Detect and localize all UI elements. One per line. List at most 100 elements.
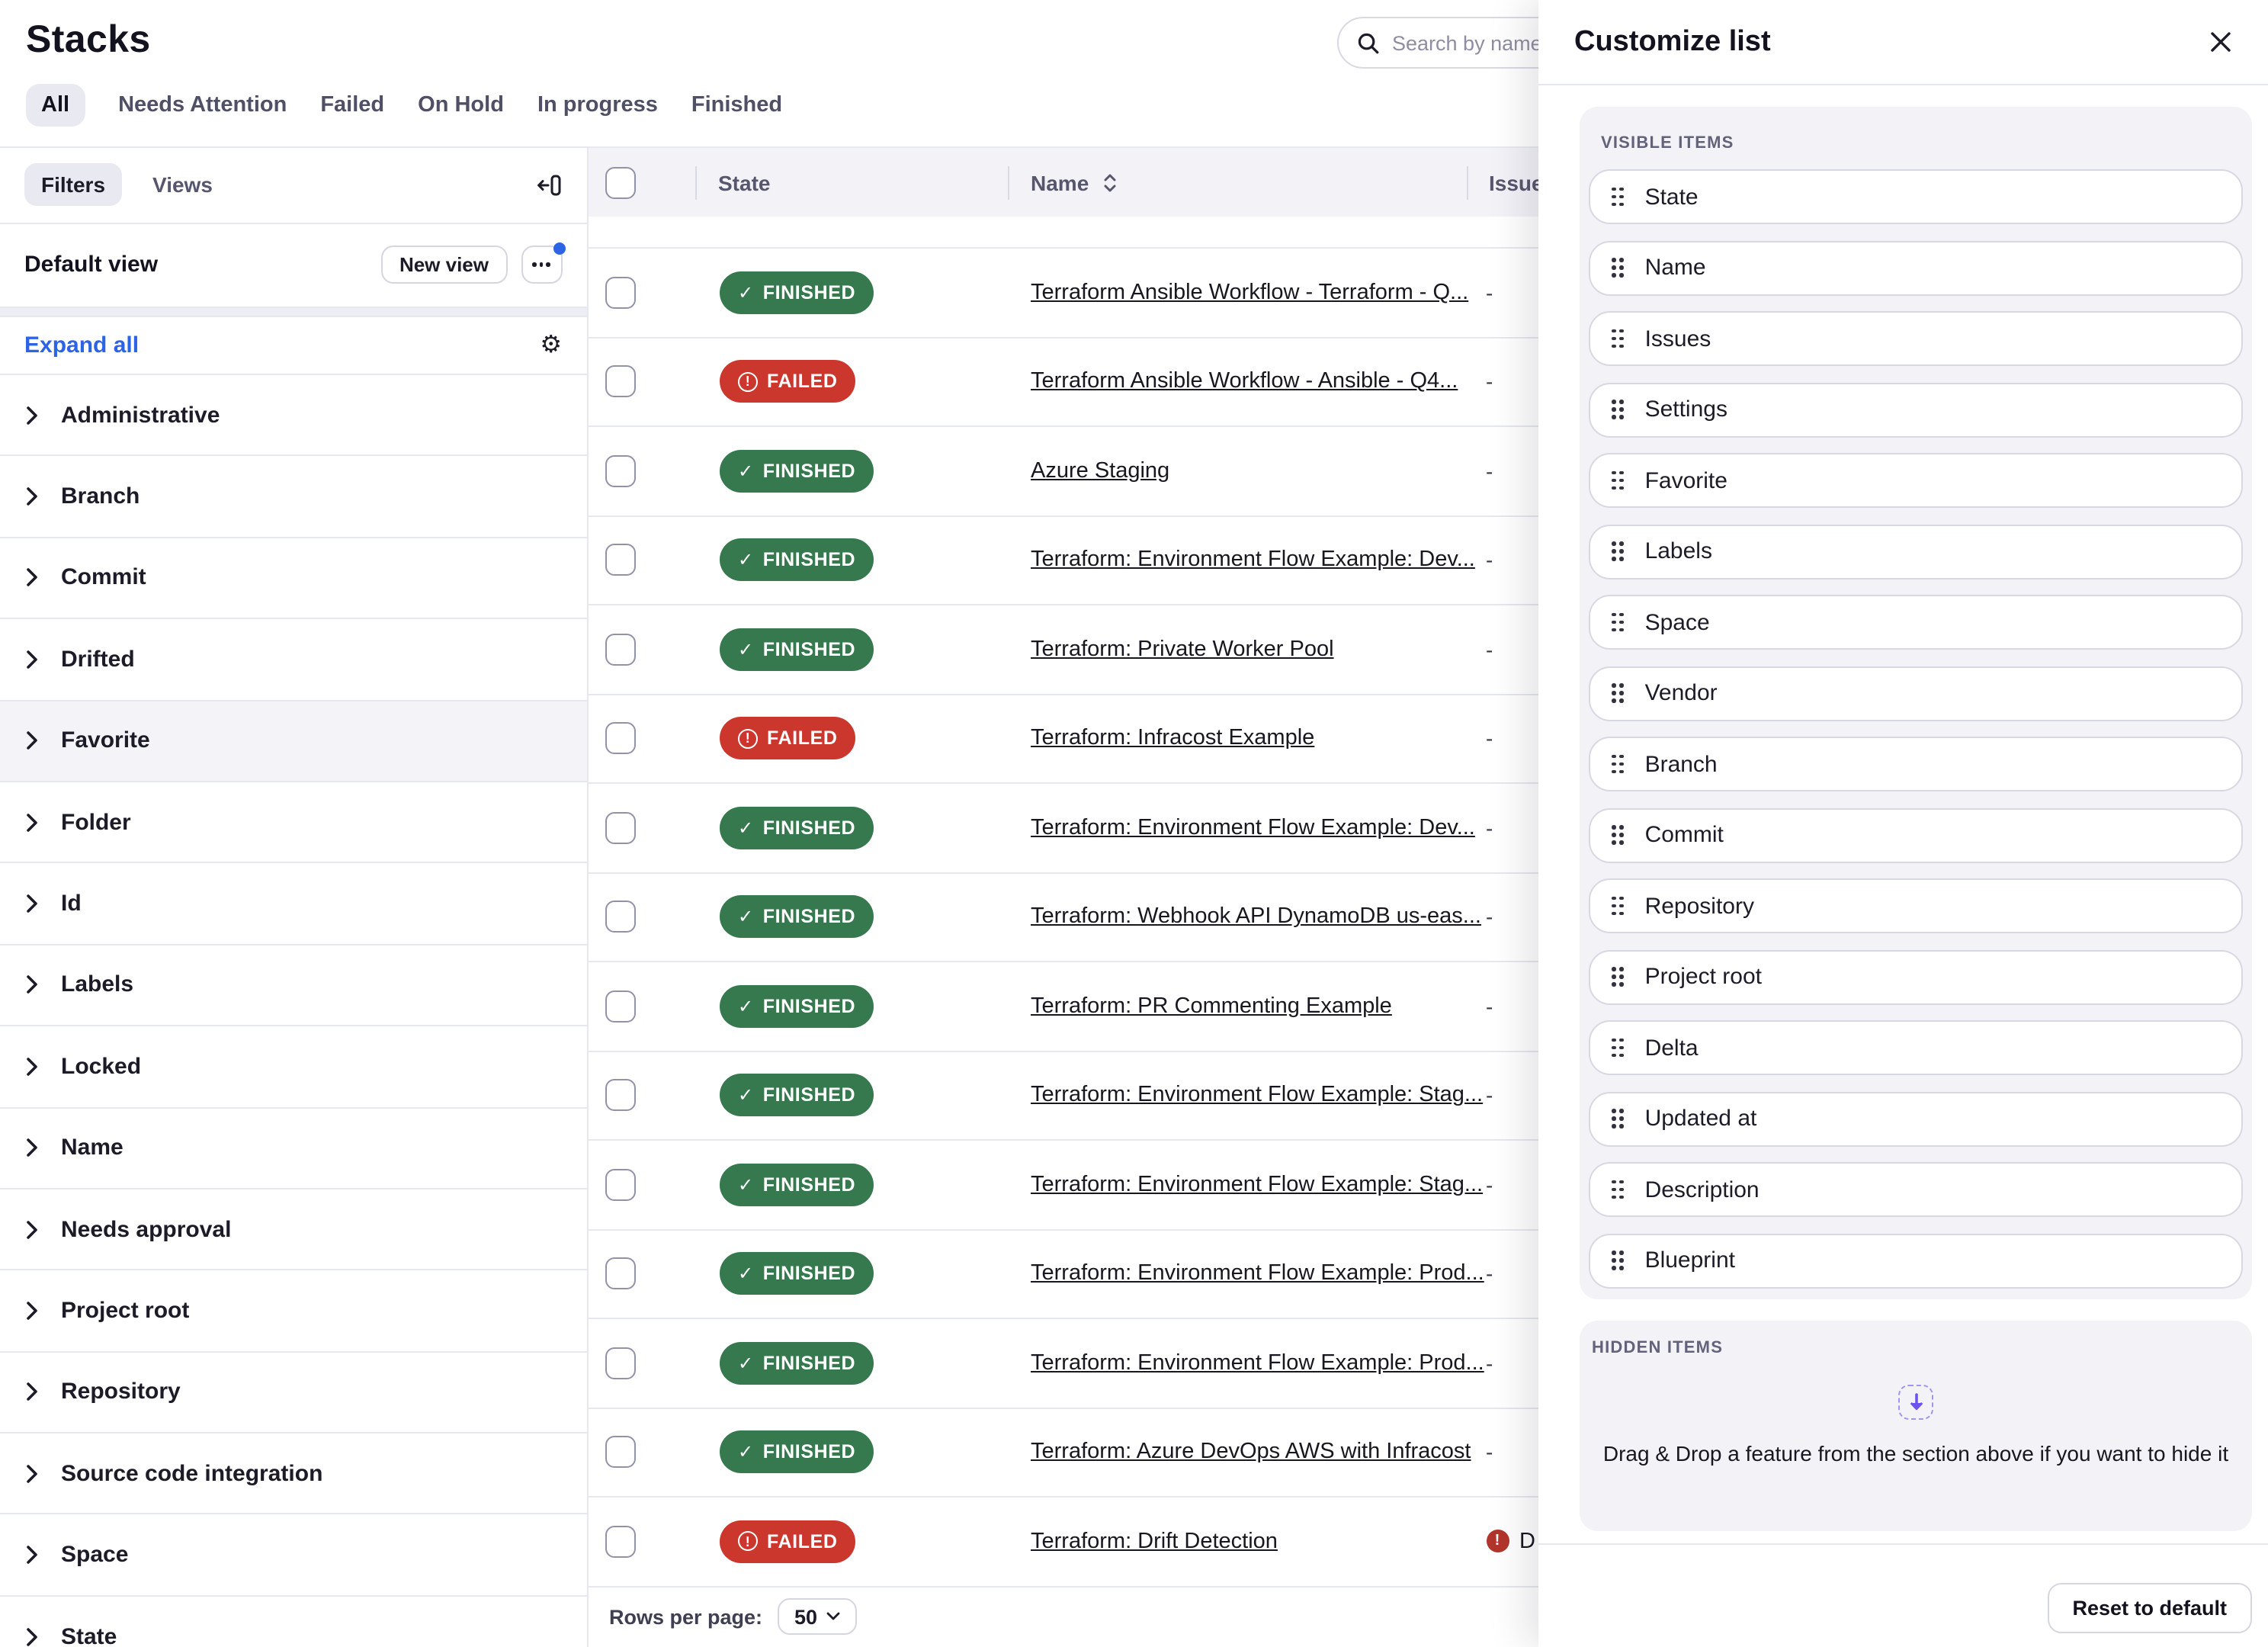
stack-name-link[interactable]: Terraform: Environment Flow Example: Sta…: [1031, 1084, 1483, 1108]
sidebar-item-commit[interactable]: Commit: [0, 538, 586, 620]
stack-name-link[interactable]: Terraform: PR Commenting Example: [1031, 994, 1392, 1019]
customize-item-space[interactable]: Space: [1589, 595, 2243, 650]
sidebar-item-branch[interactable]: Branch: [0, 457, 586, 538]
customize-item-favorite[interactable]: Favorite: [1589, 453, 2243, 508]
drag-handle-icon[interactable]: [1612, 187, 1624, 207]
new-view-button[interactable]: New view: [381, 246, 507, 284]
row-checkbox[interactable]: [605, 1526, 635, 1558]
sidebar-item-needs-approval[interactable]: Needs approval: [0, 1190, 586, 1271]
stack-name-link[interactable]: Terraform: Azure DevOps AWS with Infraco…: [1031, 1440, 1471, 1465]
drag-handle-icon[interactable]: [1612, 967, 1624, 987]
tab-needs-attention[interactable]: Needs Attention: [118, 93, 287, 117]
view-more-button[interactable]: [521, 246, 562, 284]
row-checkbox[interactable]: [605, 1169, 635, 1201]
customize-item-updated-at[interactable]: Updated at: [1589, 1091, 2243, 1146]
column-header-name[interactable]: Name: [1031, 170, 1089, 194]
sidebar-item-project-root[interactable]: Project root: [0, 1271, 586, 1353]
stack-name-link[interactable]: Terraform: Private Worker Pool: [1031, 637, 1334, 662]
stack-name-link[interactable]: Terraform: Webhook API DynamoDB us-eas..…: [1031, 905, 1481, 929]
sidebar-item-source-code-integration[interactable]: Source code integration: [0, 1434, 586, 1515]
expand-all-link[interactable]: Expand all: [24, 332, 540, 358]
collapse-sidebar-icon[interactable]: [536, 172, 562, 198]
row-checkbox[interactable]: [605, 1437, 635, 1469]
tab-filters[interactable]: Filters: [24, 164, 122, 207]
row-checkbox[interactable]: [605, 901, 635, 933]
stack-name-link[interactable]: Azure Staging: [1031, 459, 1169, 483]
rows-per-page-select[interactable]: 50: [778, 1599, 857, 1636]
drag-handle-icon[interactable]: [1612, 470, 1624, 490]
customize-item-labels[interactable]: Labels: [1589, 524, 2243, 579]
customize-item-vendor[interactable]: Vendor: [1589, 666, 2243, 721]
close-icon[interactable]: [2209, 30, 2231, 53]
sidebar-item-favorite[interactable]: Favorite: [0, 701, 586, 782]
sidebar-item-locked[interactable]: Locked: [0, 1026, 586, 1108]
sidebar-item-state[interactable]: State: [0, 1597, 586, 1647]
tab-on-hold[interactable]: On Hold: [418, 93, 504, 117]
row-checkbox[interactable]: [605, 1347, 635, 1379]
row-checkbox[interactable]: [605, 1080, 635, 1112]
sidebar-item-folder[interactable]: Folder: [0, 782, 586, 864]
customize-item-commit[interactable]: Commit: [1589, 807, 2243, 862]
drag-handle-icon[interactable]: [1612, 612, 1624, 632]
row-checkbox[interactable]: [605, 723, 635, 755]
tab-all[interactable]: All: [26, 84, 85, 127]
customize-item-name[interactable]: Name: [1589, 240, 2243, 295]
tab-views[interactable]: Views: [152, 173, 213, 197]
customize-item-description[interactable]: Description: [1589, 1162, 2243, 1217]
customize-item-state[interactable]: State: [1589, 169, 2243, 224]
drag-handle-icon[interactable]: [1612, 329, 1624, 348]
sidebar-item-administrative[interactable]: Administrative: [0, 375, 586, 457]
stack-name-link[interactable]: Terraform: Environment Flow Example: Pro…: [1031, 1262, 1484, 1286]
customize-item-delta[interactable]: Delta: [1589, 1020, 2243, 1075]
customize-item-blueprint[interactable]: Blueprint: [1589, 1233, 2243, 1288]
drag-handle-icon[interactable]: [1612, 754, 1624, 774]
tab-in-progress[interactable]: In progress: [537, 93, 658, 117]
customize-item-issues[interactable]: Issues: [1589, 311, 2243, 366]
drag-handle-icon[interactable]: [1612, 825, 1624, 845]
row-checkbox[interactable]: [605, 544, 635, 576]
drag-handle-icon[interactable]: [1612, 1109, 1624, 1128]
row-checkbox[interactable]: [605, 1258, 635, 1290]
row-checkbox[interactable]: [605, 277, 635, 309]
select-all-checkbox[interactable]: [605, 167, 635, 199]
row-checkbox[interactable]: [605, 366, 635, 398]
customize-item-branch[interactable]: Branch: [1589, 737, 2243, 791]
row-checkbox[interactable]: [605, 812, 635, 844]
row-checkbox[interactable]: [605, 990, 635, 1023]
stack-name-link[interactable]: Terraform Ansible Workflow - Ansible - Q…: [1031, 370, 1458, 394]
drag-handle-icon[interactable]: [1612, 896, 1624, 916]
stack-name-link[interactable]: Terraform: Environment Flow Example: Dev…: [1031, 548, 1475, 573]
tab-failed[interactable]: Failed: [320, 93, 384, 117]
customize-item-repository[interactable]: Repository: [1589, 878, 2243, 933]
drag-handle-icon[interactable]: [1612, 683, 1624, 703]
stack-name-link[interactable]: Terraform: Environment Flow Example: Dev…: [1031, 816, 1475, 840]
stack-name-link[interactable]: Terraform: Drift Detection: [1031, 1530, 1278, 1554]
sidebar-item-name[interactable]: Name: [0, 1108, 586, 1190]
search-input[interactable]: Search by name, ID: [1337, 17, 1566, 69]
column-header-state[interactable]: State: [718, 170, 770, 194]
column-header-issues[interactable]: Issues: [1489, 170, 1538, 194]
customize-item-settings[interactable]: Settings: [1589, 382, 2243, 437]
sidebar-item-id[interactable]: Id: [0, 864, 586, 946]
gear-icon[interactable]: ⚙: [540, 333, 562, 358]
sidebar-item-labels[interactable]: Labels: [0, 945, 586, 1026]
sort-icon[interactable]: [1102, 172, 1117, 194]
sidebar-item-repository[interactable]: Repository: [0, 1352, 586, 1434]
row-checkbox[interactable]: [605, 634, 635, 666]
reset-to-default-button[interactable]: Reset to default: [2048, 1583, 2251, 1633]
stack-name-link[interactable]: Terraform: Environment Flow Example: Sta…: [1031, 1173, 1483, 1197]
stack-name-link[interactable]: Terraform: Infracost Example: [1031, 727, 1314, 751]
stack-name-link[interactable]: Terraform Ansible Workflow - Terraform -…: [1031, 281, 1468, 305]
drag-handle-icon[interactable]: [1612, 400, 1624, 419]
drag-handle-icon[interactable]: [1612, 541, 1624, 561]
drag-handle-icon[interactable]: [1612, 1250, 1624, 1270]
drag-handle-icon[interactable]: [1612, 1038, 1624, 1058]
sidebar-item-space[interactable]: Space: [0, 1515, 586, 1597]
stack-name-link[interactable]: Terraform: Environment Flow Example: Pro…: [1031, 1351, 1484, 1376]
drag-handle-icon[interactable]: [1612, 258, 1624, 278]
customize-item-project-root[interactable]: Project root: [1589, 949, 2243, 1004]
sidebar-item-drifted[interactable]: Drifted: [0, 619, 586, 701]
drag-handle-icon[interactable]: [1612, 1180, 1624, 1199]
tab-finished[interactable]: Finished: [691, 93, 782, 117]
row-checkbox[interactable]: [605, 455, 635, 487]
